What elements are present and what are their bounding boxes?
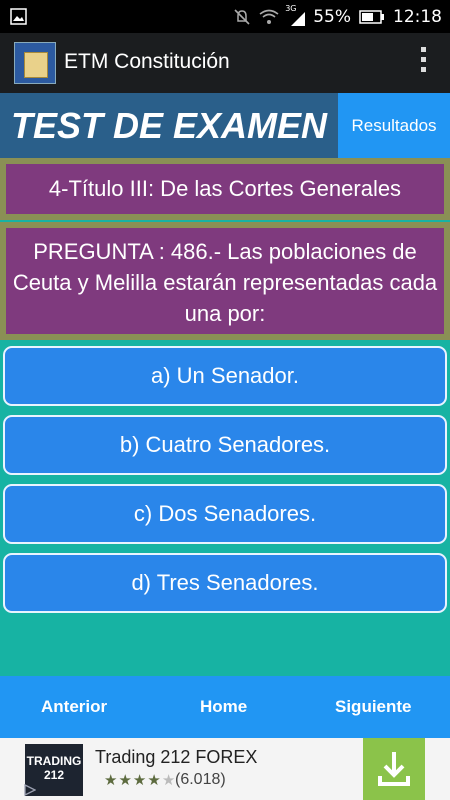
star-icon: ★: [104, 771, 119, 789]
question-text: PREGUNTA : 486.- Las poblaciones de Ceut…: [6, 228, 444, 334]
next-button[interactable]: Siguiente: [335, 676, 412, 738]
answer-option-c[interactable]: c) Dos Senadores.: [3, 484, 447, 544]
ad-title[interactable]: Trading 212 FOREX: [95, 747, 257, 768]
app-bar: ETM Constitución: [0, 33, 450, 93]
bottom-navigation: Anterior Home Siguiente: [0, 676, 450, 738]
answer-option-a[interactable]: a) Un Senador.: [3, 346, 447, 406]
star-icon: ★: [147, 771, 162, 789]
answer-option-d[interactable]: d) Tres Senadores.: [3, 553, 447, 613]
question-panel: PREGUNTA : 486.- Las poblaciones de Ceut…: [0, 222, 450, 340]
star-icon: ★: [132, 771, 148, 789]
topic-panel: 4-Título III: De las Cortes Generales: [0, 158, 450, 220]
header-banner: TEST DE EXAMEN Resultados: [0, 93, 450, 158]
star-icon: ★: [118, 771, 133, 789]
answer-option-b[interactable]: b) Cuatro Senadores.: [3, 415, 447, 475]
download-button[interactable]: [363, 738, 425, 800]
status-bar: 3G 55% 12:18: [0, 0, 450, 33]
battery-icon: [359, 9, 384, 24]
download-icon: [378, 752, 410, 786]
dot-icon: [420, 47, 426, 52]
wifi-icon: [259, 9, 279, 24]
dot-icon: [420, 67, 426, 72]
battery-percent: 55%: [313, 6, 351, 27]
signal-icon: 3G: [285, 4, 306, 26]
home-button[interactable]: Home: [200, 676, 247, 738]
image-notification-icon: [10, 8, 27, 25]
overflow-menu-button[interactable]: [418, 47, 428, 79]
dot-icon: [420, 57, 426, 62]
app-title: ETM Constitución: [64, 50, 230, 73]
document-icon: [24, 52, 48, 78]
rating-count: (6.018): [175, 771, 226, 788]
topic-title: 4-Título III: De las Cortes Generales: [6, 164, 444, 214]
rating-stars: ★★★★★: [104, 771, 176, 789]
page-title: TEST DE EXAMEN: [0, 93, 338, 158]
mute-icon: [234, 8, 250, 25]
results-button[interactable]: Resultados: [338, 93, 450, 158]
clock: 12:18: [393, 6, 442, 27]
ad-choices-icon[interactable]: [24, 783, 37, 799]
previous-button[interactable]: Anterior: [41, 676, 107, 738]
app-logo: [14, 42, 56, 84]
